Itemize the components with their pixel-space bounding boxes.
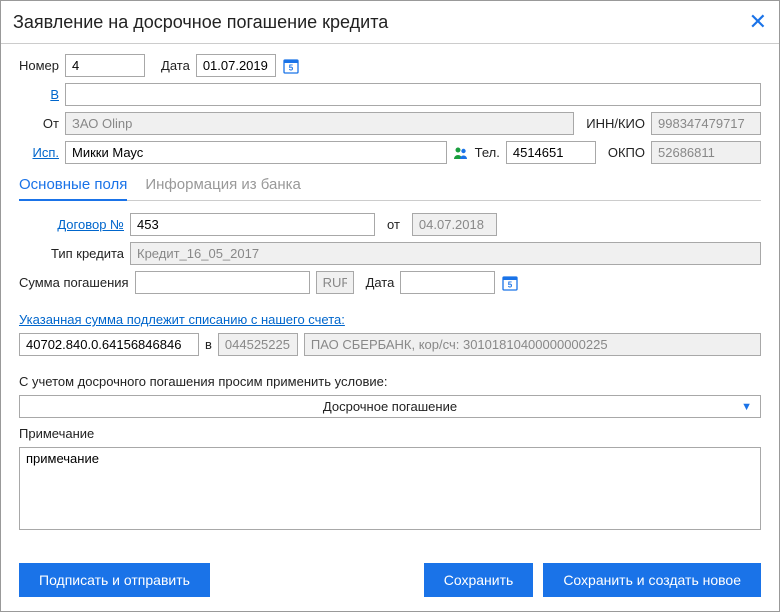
to-input[interactable]: [65, 83, 761, 106]
condition-value: Досрочное погашение: [323, 399, 457, 414]
number-input[interactable]: [65, 54, 145, 77]
save-button[interactable]: Сохранить: [424, 563, 534, 597]
bank-input: [304, 333, 761, 356]
chevron-down-icon: ▼: [741, 401, 752, 413]
okpo-input: [651, 141, 761, 164]
condition-select[interactable]: Досрочное погашение ▼: [19, 395, 761, 418]
number-label: Номер: [19, 58, 59, 73]
isp-input[interactable]: [65, 141, 447, 164]
sum-date-label: Дата: [366, 275, 395, 290]
sum-input[interactable]: [135, 271, 310, 294]
in-label: в: [205, 337, 212, 352]
credit-type-input: [130, 242, 761, 265]
close-icon[interactable]: ✕: [749, 9, 767, 35]
sign-send-button[interactable]: Подписать и отправить: [19, 563, 210, 597]
contract-input[interactable]: [130, 213, 375, 236]
contract-link[interactable]: Договор №: [19, 217, 124, 232]
save-new-button[interactable]: Сохранить и создать новое: [543, 563, 761, 597]
innkio-input: [651, 112, 761, 135]
contract-from-label: от: [387, 217, 400, 232]
date-input[interactable]: [196, 54, 276, 77]
tab-bank-info[interactable]: Информация из банка: [145, 172, 301, 200]
date-label: Дата: [161, 58, 190, 73]
condition-label: С учетом досрочного погашения просим при…: [19, 374, 387, 389]
sum-label: Сумма погашения: [19, 275, 129, 290]
okpo-label: ОКПО: [608, 145, 645, 160]
from-label: От: [19, 116, 59, 131]
svg-text:5: 5: [508, 280, 513, 289]
note-textarea[interactable]: [19, 447, 761, 530]
to-link[interactable]: В: [19, 87, 59, 102]
account-input[interactable]: [19, 333, 199, 356]
isp-link[interactable]: Исп.: [19, 145, 59, 160]
calendar-icon[interactable]: 5: [282, 57, 300, 75]
calendar-icon[interactable]: 5: [501, 274, 519, 292]
from-input: [65, 112, 574, 135]
debit-account-link[interactable]: Указанная сумма подлежит списанию с наше…: [19, 312, 345, 327]
tel-input[interactable]: [506, 141, 596, 164]
credit-type-label: Тип кредита: [19, 246, 124, 261]
people-icon[interactable]: [453, 145, 469, 161]
bic-input: [218, 333, 298, 356]
tab-main-fields[interactable]: Основные поля: [19, 172, 127, 201]
page-title: Заявление на досрочное погашение кредита: [13, 12, 388, 33]
note-label: Примечание: [19, 426, 94, 441]
tel-label: Тел.: [475, 145, 500, 160]
contract-date-input: [412, 213, 497, 236]
svg-text:5: 5: [289, 63, 294, 72]
sum-date-input[interactable]: [400, 271, 495, 294]
currency-input: [316, 271, 354, 294]
innkio-label: ИНН/КИО: [586, 116, 645, 131]
